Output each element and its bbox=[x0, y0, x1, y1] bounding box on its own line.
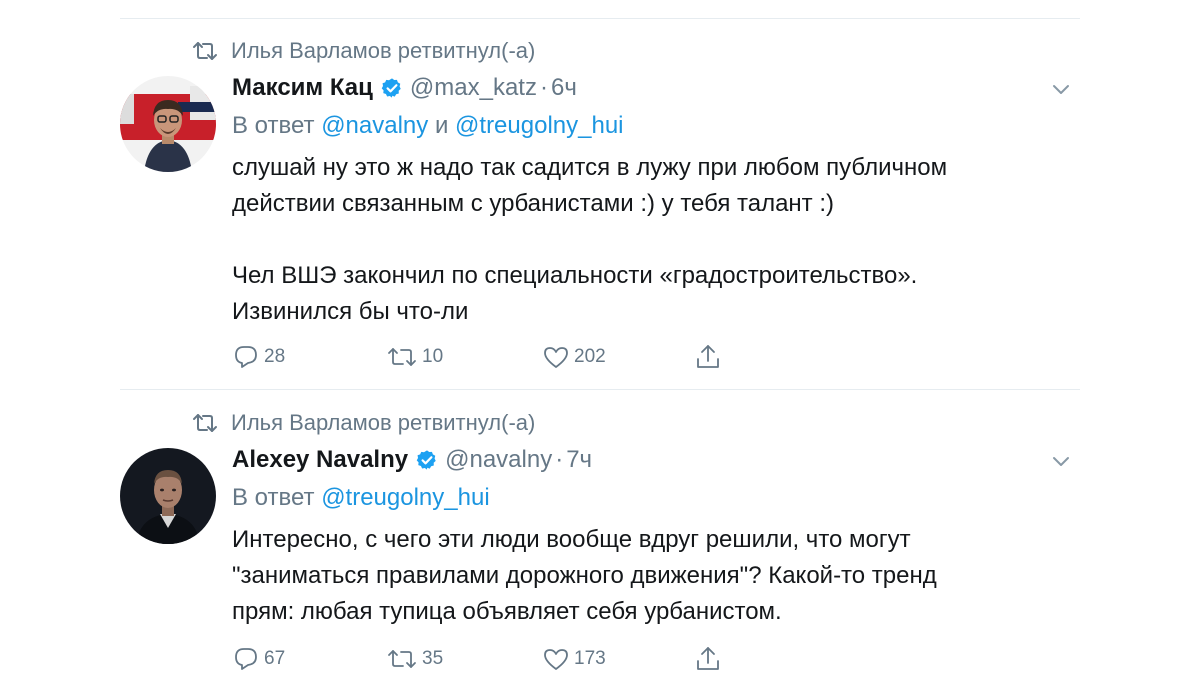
verified-badge-icon bbox=[381, 77, 403, 99]
share-button[interactable] bbox=[694, 343, 722, 371]
heart-icon bbox=[544, 649, 568, 670]
tweet-header: Alexey Navalny @navalny · 7ч bbox=[232, 442, 1072, 478]
retweet-icon bbox=[388, 650, 416, 668]
tweet-text: Интересно, с чего эти люди вообще вдруг … bbox=[232, 522, 1072, 630]
share-icon bbox=[697, 345, 719, 368]
tweet-header: Максим Кац @max_katz · 6ч bbox=[232, 70, 1072, 106]
tweet-actions: 67 35 173 bbox=[232, 644, 722, 674]
avatar[interactable] bbox=[120, 448, 216, 544]
retweet-icon bbox=[388, 348, 416, 366]
reply-button[interactable]: 28 bbox=[232, 344, 386, 370]
like-count: 202 bbox=[574, 346, 606, 367]
retweet-icon bbox=[191, 412, 219, 434]
tweet-content: Alexey Navalny @navalny · 7ч В ответ @tr… bbox=[232, 442, 1072, 630]
retweet-context[interactable]: Илья Варламов ретвитнул(-а) bbox=[191, 36, 535, 66]
user-avatar-photo-icon bbox=[120, 448, 216, 544]
mention-link[interactable]: @navalny bbox=[321, 112, 428, 139]
retweet-button[interactable]: 10 bbox=[386, 344, 542, 370]
reply-icon bbox=[235, 346, 257, 368]
separator-dot: · bbox=[539, 74, 548, 101]
tweet-timestamp[interactable]: 6ч bbox=[551, 74, 577, 102]
mention-link[interactable]: @treugolny_hui bbox=[321, 484, 489, 511]
retweet-label: Илья Варламов ретвитнул(-а) bbox=[231, 410, 536, 435]
reply-conjunction: и bbox=[434, 112, 449, 139]
separator-dot: · bbox=[555, 446, 564, 473]
retweet-button[interactable]: 35 bbox=[386, 646, 542, 672]
retweet-label: Илья Варламов ретвитнул(-а) bbox=[231, 38, 536, 63]
verified-badge-icon bbox=[416, 449, 438, 471]
tweet-text-line: прям: любая тупица объявляет себя урбани… bbox=[232, 598, 782, 625]
tweet-text-line: слушай ну это ж надо так садится в лужу … bbox=[232, 154, 948, 181]
tweet-timestamp[interactable]: 7ч bbox=[566, 446, 592, 474]
reply-count: 28 bbox=[264, 346, 286, 367]
retweet-count: 35 bbox=[422, 648, 444, 669]
author-handle[interactable]: @max_katz bbox=[410, 74, 537, 102]
heart-icon bbox=[544, 347, 568, 368]
like-button[interactable]: 173 bbox=[542, 646, 694, 672]
tweet-text-line: действии связанным с урбанистами :) у те… bbox=[232, 190, 835, 217]
reply-count: 67 bbox=[264, 648, 286, 669]
author-name[interactable]: Максим Кац bbox=[232, 74, 373, 102]
chevron-down-icon[interactable] bbox=[1050, 450, 1072, 472]
user-avatar-photo-icon bbox=[120, 76, 216, 172]
retweet-icon bbox=[191, 40, 219, 62]
divider bbox=[120, 18, 1080, 19]
mention-link[interactable]: @treugolny_hui bbox=[455, 112, 623, 139]
tweet-text: слушай ну это ж надо так садится в лужу … bbox=[232, 150, 1072, 330]
divider bbox=[120, 389, 1080, 390]
like-button[interactable]: 202 bbox=[542, 344, 694, 370]
like-count: 173 bbox=[574, 648, 606, 669]
reply-prefix: В ответ bbox=[232, 112, 315, 139]
reply-button[interactable]: 67 bbox=[232, 646, 386, 672]
retweet-count: 10 bbox=[422, 346, 444, 367]
tweet-actions: 28 10 202 bbox=[232, 342, 722, 372]
chevron-down-icon[interactable] bbox=[1050, 78, 1072, 100]
reply-context: В ответ @treugolny_hui bbox=[232, 484, 1072, 516]
reply-icon bbox=[235, 648, 257, 670]
timeline-feed: Илья Варламов ретвитнул(-а) Максим Кац @… bbox=[0, 0, 1200, 688]
share-icon bbox=[697, 647, 719, 670]
retweet-context[interactable]: Илья Варламов ретвитнул(-а) bbox=[191, 408, 535, 438]
author-handle[interactable]: @navalny bbox=[445, 446, 552, 474]
tweet-text-line: Интересно, с чего эти люди вообще вдруг … bbox=[232, 526, 911, 553]
avatar[interactable] bbox=[120, 76, 216, 172]
tweet-text-line: "заниматься правилами дорожного движения… bbox=[232, 562, 937, 589]
reply-context: В ответ @navalny и @treugolny_hui bbox=[232, 112, 1072, 144]
tweet-content: Максим Кац @max_katz · 6ч В ответ @naval… bbox=[232, 70, 1072, 330]
reply-prefix: В ответ bbox=[232, 484, 315, 511]
tweet-text-line: Извинился бы что-ли bbox=[232, 298, 469, 325]
tweet-text-line: Чел ВШЭ закончил по специальности «градо… bbox=[232, 262, 918, 289]
share-button[interactable] bbox=[694, 645, 722, 673]
author-name[interactable]: Alexey Navalny bbox=[232, 446, 408, 474]
